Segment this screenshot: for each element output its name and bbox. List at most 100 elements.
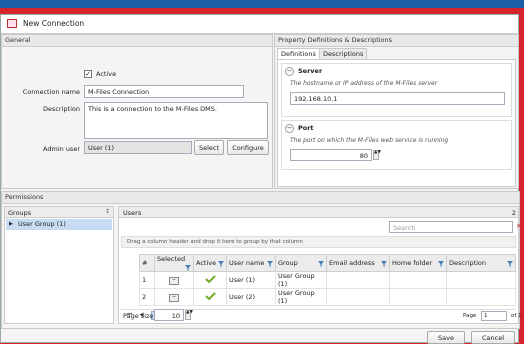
group-item-label: User Group (1) <box>18 220 66 228</box>
users-search-input[interactable]: Search <box>389 221 513 233</box>
active-label: Active <box>96 70 117 78</box>
description-cell <box>446 271 516 289</box>
port-spinner-icon[interactable]: ▲▼ <box>373 150 381 160</box>
server-title: Server <box>298 67 323 75</box>
general-group: General ✓ Active Connection name M-Files… <box>1 34 273 189</box>
select-button[interactable]: Select <box>194 140 224 155</box>
users-table-header: # Selected Active User name Group Email … <box>139 254 516 272</box>
column-email-label: Email address <box>329 259 375 267</box>
filter-icon[interactable] <box>318 261 324 267</box>
column-header-group[interactable]: Group <box>275 254 327 272</box>
column-user-name-label: User name <box>229 259 265 267</box>
expand-arrow-icon[interactable]: ▶ <box>9 221 13 227</box>
new-connection-dialog: New Connection General ✓ Active Connecti… <box>0 14 522 344</box>
selected-cell[interactable]: − <box>154 288 194 306</box>
permissions-header: Permissions <box>2 192 519 204</box>
group-cell: User Group (1) <box>275 271 327 289</box>
table-row[interactable]: 2 − User (2) User Group (1) <box>139 288 516 306</box>
cancel-button[interactable]: Cancel <box>471 331 515 344</box>
selected-cell[interactable]: − <box>154 271 194 289</box>
group-drop-hint: Drag a column header and drop it here to… <box>127 239 303 245</box>
filter-icon[interactable] <box>185 265 191 271</box>
filter-icon[interactable] <box>507 261 513 267</box>
server-input[interactable]: 192.168.10.1 <box>290 92 505 105</box>
connection-name-label: Connection name <box>22 88 80 96</box>
page-count: of 1 <box>511 313 522 319</box>
save-button[interactable]: Save <box>427 331 465 344</box>
column-header-selected[interactable]: Selected <box>154 254 194 272</box>
page-label: Page <box>463 313 477 319</box>
checkmark-icon <box>204 292 216 301</box>
column-header-description[interactable]: Description <box>446 254 516 272</box>
row-number: 1 <box>139 271 155 289</box>
column-header-num[interactable]: # <box>139 254 155 272</box>
group-drop-area[interactable]: Drag a column header and drop it here to… <box>121 236 516 248</box>
page-size-label: Page size <box>123 312 154 320</box>
description-label: Description <box>42 105 80 113</box>
page-size-spinner-icon[interactable]: ▲▼ <box>185 310 193 320</box>
active-cell <box>193 288 227 306</box>
selected-toggle[interactable]: − <box>169 294 179 302</box>
configure-button[interactable]: Configure <box>227 140 269 155</box>
port-hint: The port on which the M-Files web servic… <box>290 137 449 144</box>
groups-header-row: Groups ↕ <box>5 207 113 218</box>
window-title: New Connection <box>23 19 85 28</box>
description-cell <box>446 288 516 306</box>
group-cell: User Group (1) <box>275 288 327 306</box>
filter-icon[interactable] <box>218 261 224 267</box>
page-input[interactable]: 1 <box>481 311 507 321</box>
property-definitions-group: Property Definitions & Descriptions Defi… <box>274 34 519 189</box>
server-section: − Server The hostname or IP address of t… <box>281 63 512 117</box>
definitions-panel: − Server The hostname or IP address of t… <box>277 59 516 187</box>
port-title: Port <box>298 124 314 132</box>
email-cell <box>326 271 390 289</box>
description-textarea[interactable]: This is a connection to the M-Files DMS. <box>84 102 268 139</box>
checkmark-icon <box>204 275 216 284</box>
column-header-active[interactable]: Active <box>193 254 227 272</box>
connection-name-input[interactable]: M-Files Connection <box>84 85 244 98</box>
table-row[interactable]: 1 − User (1) User Group (1) <box>139 271 516 289</box>
general-header: General <box>2 35 272 47</box>
title-bar: New Connection <box>1 15 518 34</box>
column-description-label: Description <box>449 259 487 267</box>
group-item[interactable]: ▶ User Group (1) <box>6 219 112 230</box>
selected-toggle[interactable]: − <box>169 277 179 285</box>
admin-user-input: User (1) <box>84 141 192 154</box>
active-checkbox[interactable]: ✓ <box>84 70 92 78</box>
filter-icon[interactable] <box>381 261 387 267</box>
user-name-cell: User (2) <box>226 288 276 306</box>
column-home-folder-label: Home folder <box>392 259 433 267</box>
permissions-group: Permissions Groups ↕ ▶ User Group (1) Us… <box>1 191 522 329</box>
email-cell <box>326 288 390 306</box>
home-folder-cell <box>389 288 447 306</box>
column-num-label: # <box>142 259 148 267</box>
row-number: 2 <box>139 288 155 306</box>
clear-search-icon[interactable]: ✕ <box>516 222 521 230</box>
users-table: # Selected Active User name Group Email … <box>139 254 516 306</box>
column-header-email[interactable]: Email address <box>326 254 390 272</box>
sort-icon[interactable]: ↕ <box>105 208 110 215</box>
admin-user-label: Admin user <box>43 145 80 153</box>
property-header: Property Definitions & Descriptions <box>275 35 518 47</box>
groups-panel: Groups ↕ ▶ User Group (1) <box>4 206 114 324</box>
column-header-home-folder[interactable]: Home folder <box>389 254 447 272</box>
active-cell <box>193 271 227 289</box>
user-name-cell: User (1) <box>226 271 276 289</box>
users-header: Users <box>123 209 142 217</box>
column-active-label: Active <box>196 259 217 267</box>
column-header-user-name[interactable]: User name <box>226 254 276 272</box>
filter-icon[interactable] <box>267 261 273 267</box>
home-folder-cell <box>389 271 447 289</box>
filter-icon[interactable] <box>438 261 444 267</box>
collapse-port-icon[interactable]: − <box>285 124 294 133</box>
column-selected-label: Selected <box>157 255 186 263</box>
port-input[interactable]: 80 <box>290 149 372 161</box>
column-group-label: Group <box>278 259 298 267</box>
users-header-row: Users 2 <box>119 207 518 218</box>
users-panel: Users 2 Search ✕ Drag a column header an… <box>118 206 522 324</box>
groups-header: Groups <box>8 209 32 217</box>
desktop-top-bar <box>0 0 524 8</box>
page-size-input[interactable]: 10 <box>154 309 184 321</box>
collapse-server-icon[interactable]: − <box>285 67 294 76</box>
users-corner-label: 2 <box>511 209 516 217</box>
